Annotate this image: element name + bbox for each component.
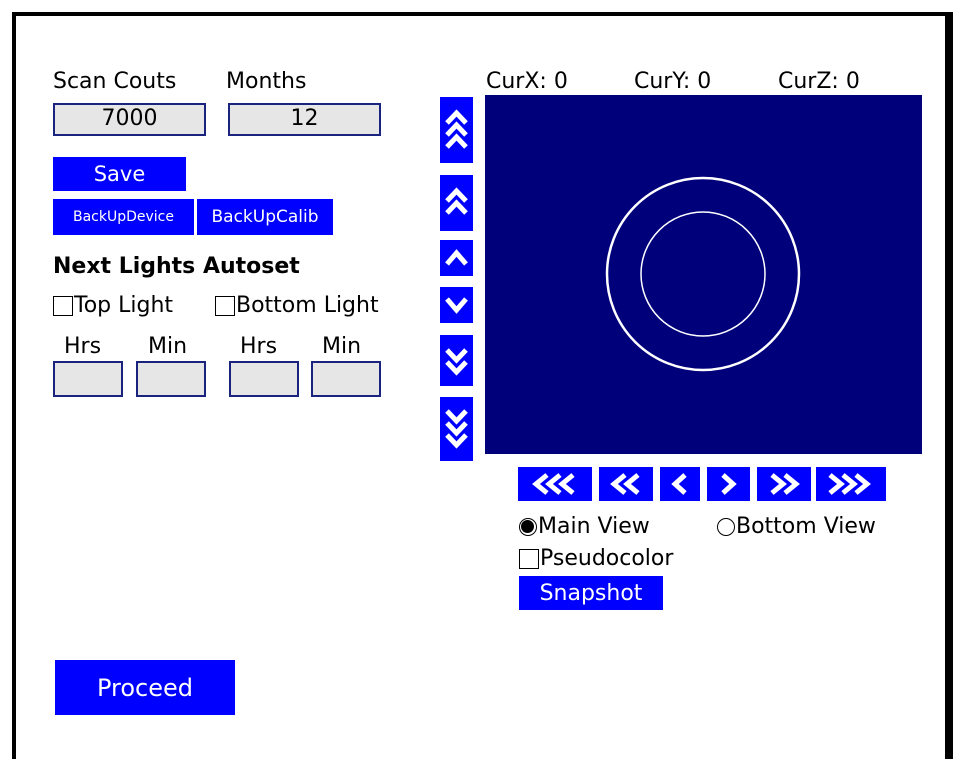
scan-counts-field[interactable]: 7000: [53, 103, 206, 136]
main-view-label: Main View: [538, 514, 650, 539]
triple-chevron-right-icon[interactable]: [816, 467, 886, 501]
chevron-left-icon[interactable]: [660, 467, 700, 501]
autoset-title: Next Lights Autoset: [53, 254, 300, 279]
border-top: [12, 12, 953, 16]
backup-device-button[interactable]: BackUpDevice: [53, 199, 194, 235]
double-chevron-up-icon[interactable]: [440, 175, 473, 231]
target-rings: [605, 176, 801, 372]
snapshot-button[interactable]: Snapshot: [519, 576, 663, 610]
bottom-light-label: Bottom Light: [236, 293, 379, 318]
border-left: [12, 12, 16, 759]
bottom-light-checkbox[interactable]: [215, 296, 235, 316]
main-view-radio[interactable]: [519, 518, 537, 536]
months-field[interactable]: 12: [228, 103, 381, 136]
window-frame: Scan Couts Months 7000 12 Save BackUpDev…: [0, 0, 953, 759]
bottom-view-radio[interactable]: [717, 518, 735, 536]
outer-ring: [605, 176, 801, 372]
inner-ring: [640, 211, 766, 337]
scan-counts-label: Scan Couts: [53, 69, 177, 94]
top-light-label: Top Light: [74, 293, 174, 318]
triple-chevron-down-icon[interactable]: [440, 397, 473, 461]
bottom-view-label: Bottom View: [736, 514, 876, 539]
bottom-min-field[interactable]: [311, 361, 381, 397]
chevron-right-icon[interactable]: [707, 467, 750, 501]
pseudocolor-label: Pseudocolor: [540, 546, 674, 571]
top-min-field[interactable]: [136, 361, 206, 397]
chevron-up-icon[interactable]: [440, 240, 473, 276]
double-chevron-left-icon[interactable]: [599, 467, 653, 501]
proceed-button[interactable]: Proceed: [55, 660, 235, 715]
triple-chevron-left-icon[interactable]: [518, 467, 592, 501]
double-chevron-down-icon[interactable]: [440, 335, 473, 386]
chevron-down-icon[interactable]: [440, 287, 473, 323]
top-light-checkbox[interactable]: [53, 296, 73, 316]
bottom-min-label: Min: [322, 334, 362, 359]
top-min-label: Min: [148, 334, 188, 359]
camera-view[interactable]: [485, 95, 922, 454]
double-chevron-right-icon[interactable]: [757, 467, 811, 501]
bottom-hrs-field[interactable]: [229, 361, 299, 397]
top-hrs-label: Hrs: [64, 334, 102, 359]
months-label: Months: [226, 69, 307, 94]
triple-chevron-up-icon[interactable]: [440, 97, 473, 163]
backup-calib-button[interactable]: BackUpCalib: [197, 199, 333, 235]
save-button[interactable]: Save: [53, 157, 186, 191]
cur-z-readout: CurZ: 0: [778, 69, 860, 94]
border-right: [945, 12, 953, 759]
cur-y-readout: CurY: 0: [634, 69, 712, 94]
bottom-hrs-label: Hrs: [240, 334, 278, 359]
top-hrs-field[interactable]: [53, 361, 123, 397]
pseudocolor-checkbox[interactable]: [519, 549, 539, 569]
cur-x-readout: CurX: 0: [486, 69, 568, 94]
